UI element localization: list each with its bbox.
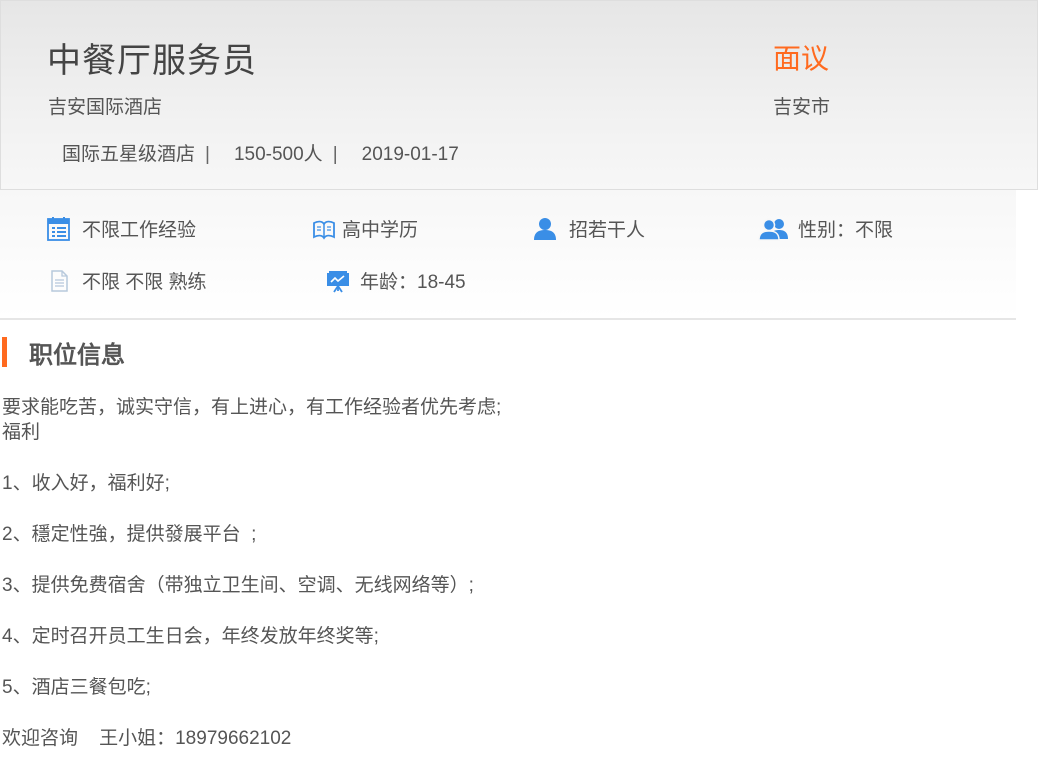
meta-separator: |: [205, 144, 210, 165]
contact-info: 欢迎咨询 王小姐：18979662102: [2, 728, 292, 749]
document-icon: [46, 268, 72, 294]
section-accent-bar: [2, 337, 7, 367]
feature-label: 年龄：18-45: [360, 272, 466, 293]
feature-education: 高中学历: [312, 215, 418, 242]
feature-label: 高中学历: [342, 220, 419, 241]
calendar-icon: [46, 216, 72, 242]
book-icon: [312, 216, 336, 242]
benefit-item: 4、定时召开员工生日会，年终发放年终奖等;: [2, 626, 379, 647]
salary: 面议: [773, 43, 830, 74]
company-name[interactable]: 吉安国际酒店: [48, 92, 162, 119]
people-icon: [758, 216, 790, 242]
benefit-item: 1、收入好，福利好;: [2, 473, 170, 494]
section-title: 职位信息: [29, 341, 125, 369]
feature-headcount: 招若干人: [532, 215, 645, 242]
company-meta: 国际五星级酒店 | 150-500人 | 2019-01-17: [62, 139, 459, 166]
feature-label: 招若干人: [569, 220, 646, 241]
job-title: 中餐厅服务员: [47, 42, 257, 80]
meta-separator: |: [332, 144, 338, 165]
section-header: 职位信息: [2, 335, 125, 369]
feature-skills: 不限 不限 熟练: [46, 267, 207, 294]
post-date: 2019-01-17: [361, 144, 459, 165]
job-city: 吉安市: [773, 97, 831, 118]
description-text: 福利: [2, 422, 41, 443]
feature-label: 不限工作经验: [82, 220, 197, 241]
feature-label: 性别：不限: [798, 220, 894, 241]
job-description: 要求能吃苦，诚实守信，有上进心，有工作经验者优先考虑; 福利 1、收入好，福利好…: [2, 395, 902, 751]
feature-age: 年龄：18-45: [326, 267, 466, 294]
company-type: 国际五星级酒店: [62, 144, 196, 165]
benefit-item: 5、酒店三餐包吃;: [2, 677, 151, 698]
person-icon: [532, 216, 558, 242]
benefit-item: 2、穩定性強，提供發展平台 ;: [2, 524, 257, 545]
benefit-item: 3、提供免费宿舍（带独立卫生间、空调、无线网络等）;: [2, 575, 474, 596]
feature-gender: 性别：不限: [758, 215, 893, 242]
company-size: 150-500人: [233, 144, 323, 165]
job-features: 不限工作经验 高中学历 招若干人 性别：不限 不限 不限 熟练 年龄：18-45: [0, 190, 1016, 320]
job-header: 中餐厅服务员 面议 吉安国际酒店 吉安市 国际五星级酒店 | 150-500人 | 20…: [0, 0, 1038, 190]
feature-label: 不限 不限 熟练: [82, 272, 207, 293]
description-text: 要求能吃苦，诚实守信，有上进心，有工作经验者优先考虑;: [2, 397, 502, 418]
feature-experience: 不限工作经验: [46, 215, 196, 242]
presentation-icon: [326, 268, 350, 294]
